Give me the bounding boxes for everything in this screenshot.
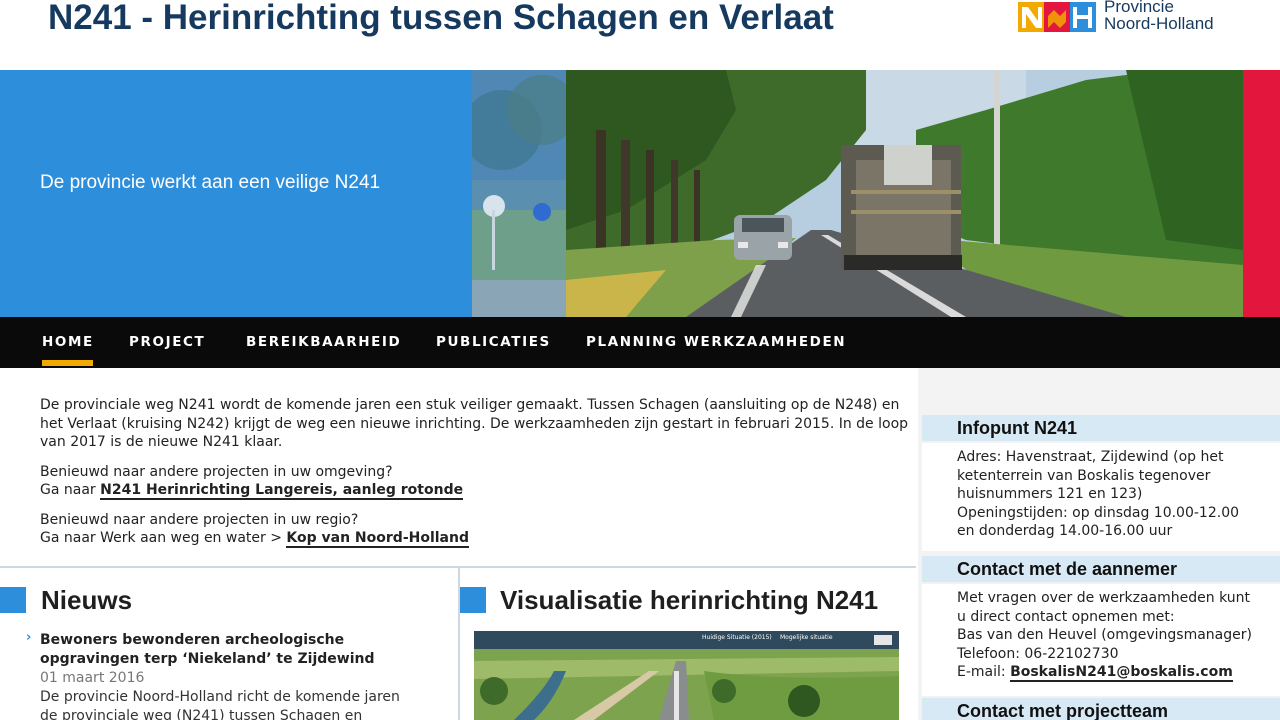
logo-line1: Provincie xyxy=(1104,0,1174,16)
link-kop-van-noord-holland[interactable]: Kop van Noord-Holland xyxy=(286,530,469,548)
viz-label-current: Huidige Situatie (2015) xyxy=(702,634,772,641)
sidebar: Infopunt N241 Adres: Havenstraat, Zijdew… xyxy=(918,368,1280,720)
news-item-excerpt: De provincie Noord-Holland richt de kome… xyxy=(40,688,450,720)
aannemer-body: Met vragen over de werkzaamheden kunt u … xyxy=(922,584,1280,696)
infopunt-line4: Openingstijden: op dinsdag 10.00-12.00 xyxy=(957,504,1240,521)
news-heading-marker xyxy=(0,587,26,613)
intro-block-omgeving: Benieuwd naar andere projecten in uw omg… xyxy=(40,463,910,500)
news-item-date: 01 maart 2016 xyxy=(40,670,145,686)
link-n241-langereis[interactable]: N241 Herinrichting Langereis, aanleg rot… xyxy=(100,482,464,500)
infopunt-line2: ketenterrein van Boskalis tegenover xyxy=(957,467,1211,484)
aannemer-line4: Telefoon: 06-22102730 xyxy=(957,645,1119,662)
aerial-visualisation-image xyxy=(474,631,899,720)
nav-item-publicaties[interactable]: PUBLICATIES xyxy=(436,334,551,350)
nav-active-indicator xyxy=(42,360,93,366)
aannemer-line3: Bas van den Heuvel (omgevingsmanager) xyxy=(957,627,1252,643)
aannemer-line1: Met vragen over de werkzaamheden kunt xyxy=(957,590,1250,606)
intro-block-regio: Benieuwd naar andere projecten in uw reg… xyxy=(40,511,910,548)
news-text-line1: De provincie Noord-Holland richt de kome… xyxy=(40,689,400,705)
news-item-title[interactable]: Bewoners bewonderen archeologische opgra… xyxy=(40,631,450,669)
visualisatie-video[interactable]: Huidige Situatie (2015) Mogelijke situat… xyxy=(474,631,899,720)
aannemer-email-prefix: E-mail: xyxy=(957,664,1011,680)
intro-regio-prefix: Ga naar Werk aan weg en water > xyxy=(40,530,287,546)
intro-paragraph: De provinciale weg N241 wordt de komende… xyxy=(40,397,909,450)
nav-item-project[interactable]: PROJECT xyxy=(129,334,205,350)
nav-item-bereikbaarheid[interactable]: BEREIKBAARHEID xyxy=(246,334,401,350)
aannemer-line2: u direct contact opnemen met: xyxy=(957,608,1175,625)
logo-text: Provincie Noord-Holland xyxy=(1104,0,1214,32)
intro-omgeving-prefix: Ga naar xyxy=(40,482,101,498)
news-heading: Nieuws xyxy=(41,585,133,615)
infopunt-line5: en donderdag 14.00-16.00 uur xyxy=(957,523,1173,539)
news-text-line2: de provinciale weg (N241) tussen Schagen… xyxy=(40,708,363,720)
viz-label-future: Mogelijke situatie xyxy=(780,634,833,641)
visualisatie-heading: Visualisatie herinrichting N241 xyxy=(500,585,879,615)
aannemer-heading: Contact met de aannemer xyxy=(922,556,1280,582)
road-photo xyxy=(566,70,1243,317)
provincie-logo[interactable]: Provincie Noord-Holland xyxy=(1018,0,1258,36)
logo-line2: Noord-Holland xyxy=(1104,14,1214,33)
chevron-right-icon: › xyxy=(26,630,32,645)
nav-item-planning-werkzaamheden[interactable]: PLANNING WERKZAAMHEDEN xyxy=(586,334,846,350)
projectteam-heading: Contact met projectteam xyxy=(922,698,1280,720)
visualisatie-heading-marker xyxy=(460,587,486,613)
hero-banner: De provincie werkt aan een veilige N241 xyxy=(0,70,1280,317)
main-navigation: HOME PROJECT BEREIKBAARHEID PUBLICATIES … xyxy=(0,317,1280,368)
banner-red-strip xyxy=(1243,70,1280,317)
site-header: N241 - Herinrichting tussen Schagen en V… xyxy=(0,0,1280,70)
intro-omgeving-question: Benieuwd naar andere projecten in uw omg… xyxy=(40,463,393,480)
news-title-line1: Bewoners bewonderen archeologische xyxy=(40,632,345,648)
infopunt-line3: huisnummers 121 en 123) xyxy=(957,486,1143,502)
banner-fade-image xyxy=(472,70,566,317)
intro-regio-question: Benieuwd naar andere projecten in uw reg… xyxy=(40,511,359,528)
infopunt-line1: Adres: Havenstraat, Zijdewind (op het xyxy=(957,449,1224,465)
news-title-line2: opgravingen terp ‘Niekeland’ te Zijdewin… xyxy=(40,651,375,667)
aannemer-email-line: E-mail: BoskalisN241@boskalis.com xyxy=(957,663,1280,682)
banner-tagline: De provincie werkt aan een veilige N241 xyxy=(40,172,381,193)
infopunt-body: Adres: Havenstraat, Zijdewind (op het ke… xyxy=(922,443,1280,551)
news-item: Bewoners bewonderen archeologische opgra… xyxy=(40,631,450,720)
nav-item-home[interactable]: HOME xyxy=(42,334,94,350)
aannemer-email-link[interactable]: BoskalisN241@boskalis.com xyxy=(1010,664,1233,682)
provincie-noord-holland-logo-icon xyxy=(1018,2,1096,32)
intro-section: De provinciale weg N241 wordt de komende… xyxy=(40,396,910,559)
page-title: N241 - Herinrichting tussen Schagen en V… xyxy=(48,0,834,37)
infopunt-heading: Infopunt N241 xyxy=(922,415,1280,441)
